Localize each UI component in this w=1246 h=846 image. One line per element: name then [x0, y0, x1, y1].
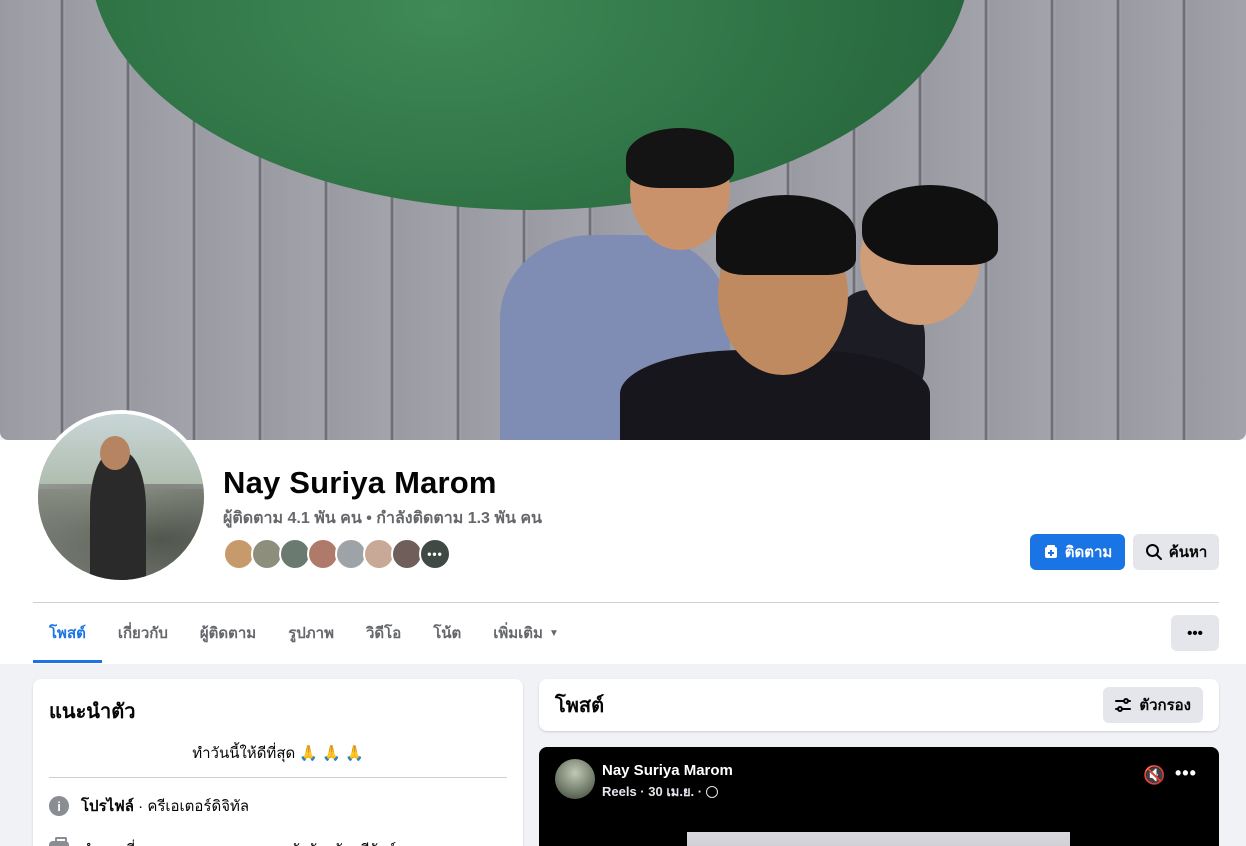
tab-followers[interactable]: ผู้ติดตาม — [184, 603, 272, 663]
search-button[interactable]: ค้นหา — [1133, 534, 1219, 570]
work-text[interactable]: ทำงานที่ ศาลเยาวชนและครอบครัวจังหวัดบุรี… — [81, 838, 396, 846]
cover-disc — [90, 0, 970, 210]
cover-photo[interactable] — [0, 0, 1246, 440]
profile-type-text: โปรไฟล์ · ครีเอเตอร์ดิจิทัล — [81, 794, 249, 818]
post-meta-text[interactable]: Reels · 30 เม.ย. · — [602, 781, 702, 802]
follow-button[interactable]: ติดตาม — [1030, 534, 1125, 570]
profile-tabs: โพสต์ เกี่ยวกับ ผู้ติดตาม รูปภาพ วิดีโอ … — [33, 603, 575, 663]
filter-button[interactable]: ตัวกรอง — [1103, 687, 1203, 723]
profile-type-bold: โปรไฟล์ — [81, 798, 134, 815]
follow-label: ติดตาม — [1064, 544, 1113, 561]
profile-type-rest: · ครีเอเตอร์ดิจิทัล — [134, 798, 250, 815]
caret-down-icon: ▼ — [548, 627, 559, 639]
mute-icon[interactable]: 🔇 — [1143, 765, 1165, 786]
more-options-button[interactable]: ••• — [1171, 615, 1219, 651]
follower-avatars[interactable]: ••• — [223, 538, 451, 570]
intro-title: แนะนำตัว — [49, 701, 136, 723]
post-options-icon[interactable]: ••• — [1175, 763, 1197, 784]
search-label: ค้นหา — [1168, 544, 1208, 561]
intro-divider — [49, 777, 507, 778]
profile-name: Nay Suriya Marom — [223, 465, 497, 500]
cover-figure — [716, 195, 856, 275]
info-icon: i — [49, 796, 69, 816]
tab-posts[interactable]: โพสต์ — [33, 603, 102, 663]
filter-label: ตัวกรอง — [1139, 697, 1191, 714]
profile-avatar[interactable] — [34, 410, 208, 584]
reel-video[interactable] — [687, 832, 1070, 846]
posts-header-card: โพสต์ ตัวกรอง — [539, 679, 1219, 731]
intro-profile-type: i โปรไฟล์ · ครีเอเตอร์ดิจิทัล — [49, 794, 507, 818]
tab-notes[interactable]: โน้ต — [417, 603, 477, 663]
post-author-avatar[interactable] — [555, 759, 595, 799]
tab-more-label: เพิ่มเติม — [493, 625, 543, 642]
posts-title: โพสต์ — [555, 695, 605, 717]
search-icon — [1145, 544, 1162, 560]
intro-work: ทำงานที่ ศาลเยาวชนและครอบครัวจังหวัดบุรี… — [49, 837, 507, 846]
tab-videos[interactable]: วิดีโอ — [350, 603, 417, 663]
reel-post[interactable]: Nay Suriya Marom Reels · 30 เม.ย. · 🔇 ••… — [539, 747, 1219, 846]
globe-icon — [706, 785, 719, 798]
tab-about[interactable]: เกี่ยวกับ — [102, 603, 184, 663]
intro-card: แนะนำตัว ทำวันนี้ให้ดีที่สุด 🙏 🙏 🙏 i โปร… — [33, 679, 523, 846]
follow-stats[interactable]: ผู้ติดตาม 4.1 พัน คน • กำลังติดตาม 1.3 พ… — [223, 506, 542, 531]
intro-bio: ทำวันนี้ให้ดีที่สุด 🙏 🙏 🙏 — [192, 745, 364, 762]
post-meta: Reels · 30 เม.ย. · — [602, 781, 719, 802]
cover-figure — [626, 128, 734, 188]
follow-icon — [1044, 545, 1057, 558]
more-followers-icon[interactable]: ••• — [419, 538, 451, 570]
tab-more[interactable]: เพิ่มเติม ▼ — [477, 603, 575, 663]
post-author-name[interactable]: Nay Suriya Marom — [602, 762, 733, 779]
avatar-face — [100, 436, 130, 470]
cover-figure — [862, 185, 998, 265]
filter-icon — [1115, 698, 1132, 712]
tab-photos[interactable]: รูปภาพ — [272, 603, 350, 663]
avatar-person — [90, 452, 146, 580]
briefcase-icon — [49, 837, 69, 846]
